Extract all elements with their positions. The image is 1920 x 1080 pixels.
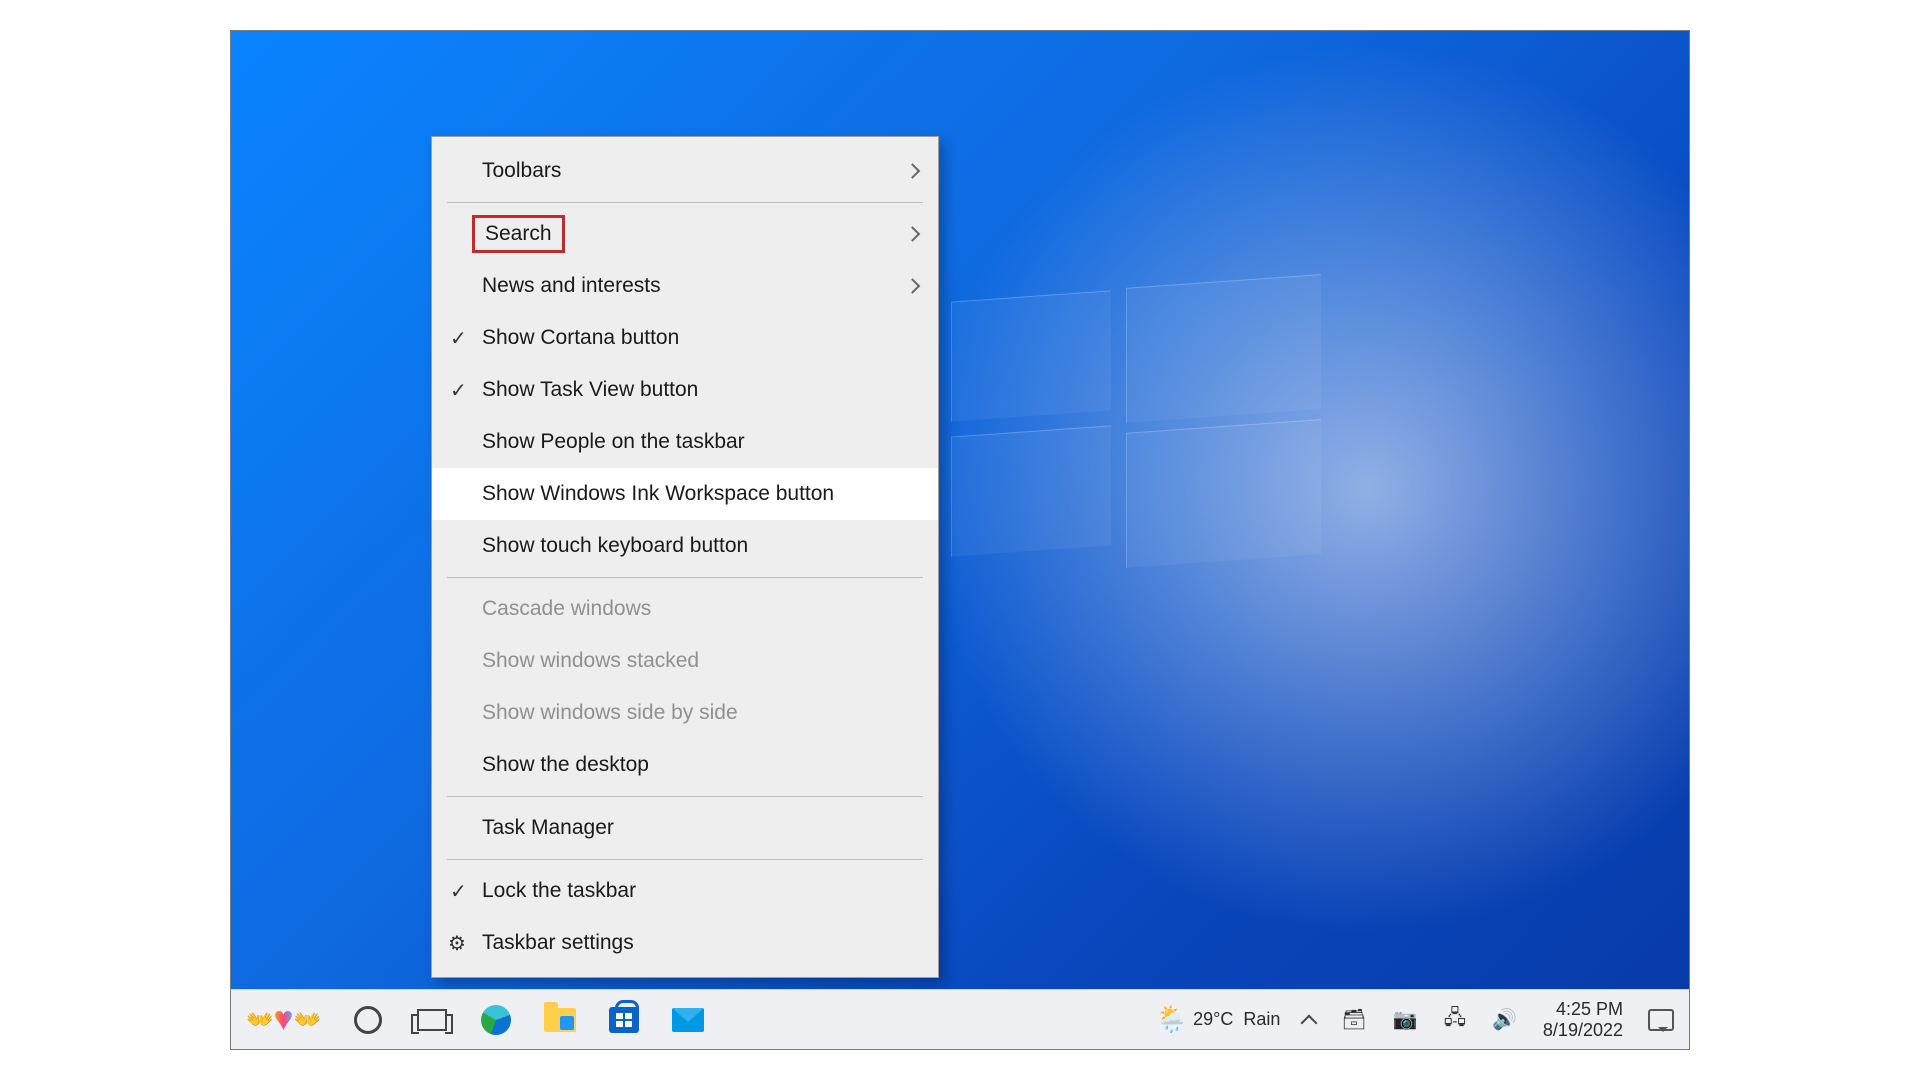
weather-temp: 29°C	[1193, 1009, 1233, 1030]
hands-icon: 👐	[294, 1007, 321, 1033]
menu-item-show-windows-side-by-side: Show windows side by side	[432, 687, 938, 739]
menu-item-label: Task Manager	[482, 816, 614, 840]
menu-item-toolbars[interactable]: Toolbars	[432, 145, 938, 197]
tray-volume[interactable]: 🔊	[1484, 990, 1525, 1049]
menu-item-lock-the-taskbar[interactable]: Lock the taskbar	[432, 865, 938, 917]
tray-network[interactable]: 🖧	[1436, 990, 1474, 1049]
edge-icon	[481, 1005, 511, 1035]
menu-item-label: Show windows stacked	[482, 649, 699, 673]
speaker-icon: 🔊	[1492, 1007, 1517, 1032]
store-icon	[609, 1007, 639, 1033]
clock-date: 8/19/2022	[1543, 1020, 1623, 1041]
menu-item-label: Taskbar settings	[482, 931, 634, 955]
tray-onedrive[interactable]: 🗃	[1333, 990, 1374, 1049]
taskbar-app-mail[interactable]	[656, 990, 720, 1049]
heart-icon: ♥	[273, 1000, 293, 1039]
taskbar-app-edge[interactable]	[464, 990, 528, 1049]
weather-widget[interactable]: 🌦️ 29°C Rain	[1141, 990, 1296, 1049]
menu-item-cascade-windows: Cascade windows	[432, 583, 938, 635]
start-button[interactable]: 👐 ♥ 👐	[231, 990, 336, 1049]
taskbar-clock[interactable]: 4:25 PM 8/19/2022	[1533, 990, 1633, 1049]
menu-item-task-manager[interactable]: Task Manager	[432, 802, 938, 854]
menu-item-label: Show windows side by side	[482, 701, 738, 725]
menu-item-show-touch-keyboard[interactable]: Show touch keyboard button	[432, 520, 938, 572]
tray-meet-now[interactable]: 📷	[1385, 990, 1426, 1049]
action-center-button[interactable]	[1633, 990, 1689, 1049]
menu-item-taskbar-settings[interactable]: Taskbar settings	[432, 917, 938, 969]
camera-icon: 📷	[1393, 1007, 1418, 1032]
menu-item-show-the-desktop[interactable]: Show the desktop	[432, 739, 938, 791]
menu-item-label: Show touch keyboard button	[482, 534, 748, 558]
weather-condition: Rain	[1243, 1009, 1280, 1030]
menu-separator	[447, 796, 923, 797]
menu-item-show-cortana-button[interactable]: Show Cortana button	[432, 312, 938, 364]
menu-item-search[interactable]: Search	[432, 208, 938, 260]
cortana-icon	[354, 1006, 382, 1034]
taskbar-app-file-explorer[interactable]	[528, 990, 592, 1049]
menu-item-label: Show Windows Ink Workspace button	[482, 482, 834, 506]
taskbar-app-microsoft-store[interactable]	[592, 990, 656, 1049]
system-tray: 🗃 📷 🖧 🔊	[1295, 990, 1533, 1049]
taskbar[interactable]: 👐 ♥ 👐 🌦️ 29°C Rain	[231, 989, 1689, 1049]
menu-item-label: Search	[472, 215, 565, 253]
menu-item-show-windows-stacked: Show windows stacked	[432, 635, 938, 687]
hands-icon: 👐	[246, 1007, 273, 1033]
windows-logo-art	[951, 276, 1321, 566]
menu-separator	[447, 202, 923, 203]
clock-time: 4:25 PM	[1543, 999, 1623, 1020]
menu-separator	[447, 859, 923, 860]
menu-item-label: Show Cortana button	[482, 326, 679, 350]
menu-item-label: Show People on the taskbar	[482, 430, 745, 454]
chevron-up-icon	[1301, 1014, 1318, 1031]
menu-item-label: Lock the taskbar	[482, 879, 636, 903]
desktop-viewport: Toolbars Search News and interests Show …	[230, 30, 1690, 1050]
task-view-button[interactable]	[400, 990, 464, 1049]
menu-item-label: Show Task View button	[482, 378, 698, 402]
menu-separator	[447, 577, 923, 578]
menu-item-label: Cascade windows	[482, 597, 651, 621]
menu-item-show-task-view-button[interactable]: Show Task View button	[432, 364, 938, 416]
task-view-icon	[417, 1009, 447, 1031]
tray-show-hidden-icons[interactable]	[1295, 990, 1323, 1049]
menu-item-show-ink-workspace[interactable]: Show Windows Ink Workspace button	[432, 468, 938, 520]
mail-icon	[672, 1008, 704, 1032]
battery-icon: 🗃	[1341, 1007, 1366, 1032]
menu-item-show-people[interactable]: Show People on the taskbar	[432, 416, 938, 468]
menu-item-label: Toolbars	[482, 159, 561, 183]
folder-icon	[544, 1008, 576, 1032]
menu-item-label: News and interests	[482, 274, 661, 298]
cortana-button[interactable]	[336, 990, 400, 1049]
taskbar-context-menu: Toolbars Search News and interests Show …	[431, 136, 939, 978]
weather-icon: 🌦️	[1156, 1004, 1188, 1035]
notification-icon	[1648, 1009, 1674, 1031]
menu-item-label: Show the desktop	[482, 753, 649, 777]
network-icon: 🖧	[1444, 1003, 1466, 1037]
menu-item-news-and-interests[interactable]: News and interests	[432, 260, 938, 312]
